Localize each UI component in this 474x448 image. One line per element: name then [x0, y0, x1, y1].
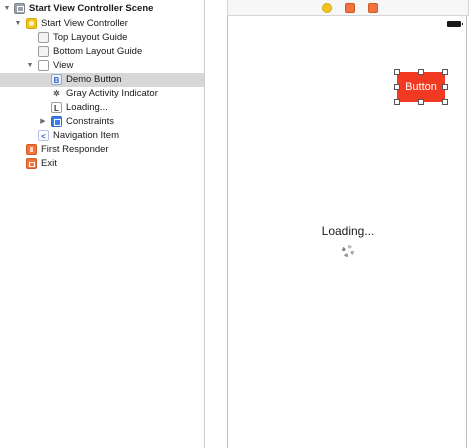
demo-button[interactable]: Button	[397, 72, 445, 102]
outline-item-label: First Responder	[41, 144, 109, 155]
outline-item-label: Gray Activity Indicator	[66, 88, 158, 99]
scene-dock	[227, 0, 469, 16]
loading-label[interactable]: Loading...	[228, 224, 468, 238]
disclosure-expanded-icon[interactable]: ▼	[2, 2, 12, 16]
outline-row-view[interactable]: ▼ View	[0, 59, 204, 73]
resize-handle-bottom[interactable]	[418, 99, 424, 105]
outline-row-first-responder[interactable]: First Responder	[0, 143, 204, 157]
layout-guide-icon	[38, 32, 49, 43]
outline-row-scene[interactable]: ▼ Start View Controller Scene	[0, 2, 204, 16]
outline-item-label: Bottom Layout Guide	[53, 46, 143, 57]
document-outline: ▼ Start View Controller Scene ▼ Start Vi…	[0, 0, 205, 448]
outline-row-loading-label[interactable]: L Loading...	[0, 101, 204, 115]
outline-row-view-controller[interactable]: ▼ Start View Controller	[0, 17, 204, 31]
resize-handle-top-right[interactable]	[442, 69, 448, 75]
outline-row-bottom-layout-guide[interactable]: Bottom Layout Guide	[0, 45, 204, 59]
outline-row-demo-button[interactable]: B Demo Button	[0, 73, 204, 87]
view-controller-icon	[26, 18, 37, 29]
disclosure-collapsed-icon[interactable]: ▶	[38, 115, 48, 129]
outline-item-label: Exit	[41, 158, 57, 169]
storyboard-canvas[interactable]: Button Loading...	[205, 0, 474, 448]
resize-handle-bottom-left[interactable]	[394, 99, 400, 105]
outline-row-top-layout-guide[interactable]: Top Layout Guide	[0, 31, 204, 45]
scene-icon	[14, 3, 25, 14]
resize-handle-top[interactable]	[418, 69, 424, 75]
outline-item-label: Loading...	[66, 102, 108, 113]
resize-handle-right[interactable]	[442, 84, 448, 90]
first-responder-icon	[26, 144, 37, 155]
disclosure-expanded-icon[interactable]: ▼	[13, 17, 23, 31]
view-controller-icon[interactable]	[322, 3, 332, 13]
outline-row-constraints[interactable]: ▶ Constraints	[0, 115, 204, 129]
first-responder-icon[interactable]	[345, 3, 355, 13]
outline-item-label: Navigation Item	[53, 130, 120, 141]
outline-row-activity-indicator[interactable]: ✲ Gray Activity Indicator	[0, 87, 204, 101]
exit-icon	[26, 158, 37, 169]
activity-indicator-icon: ✲	[53, 89, 60, 98]
resize-handle-bottom-right[interactable]	[442, 99, 448, 105]
view-icon	[38, 60, 49, 71]
outline-item-label: Demo Button	[66, 74, 122, 85]
resize-handle-top-left[interactable]	[394, 69, 400, 75]
label-icon: L	[51, 102, 62, 113]
outline-item-label: Top Layout Guide	[53, 32, 128, 43]
navigation-item-icon: <	[38, 130, 49, 141]
disclosure-expanded-icon[interactable]: ▼	[25, 59, 35, 73]
resize-handle-left[interactable]	[394, 84, 400, 90]
outline-item-label: Start View Controller Scene	[29, 3, 154, 14]
button-icon: B	[51, 74, 62, 85]
battery-icon	[447, 21, 463, 27]
exit-icon[interactable]	[368, 3, 378, 13]
outline-row-navigation-item[interactable]: < Navigation Item	[0, 129, 204, 143]
outline-item-label: View	[53, 60, 74, 71]
view-controller-view[interactable]: Button Loading...	[227, 16, 467, 448]
outline-row-exit[interactable]: Exit	[0, 157, 204, 171]
outline-item-label: Constraints	[66, 116, 115, 127]
outline-item-label: Start View Controller	[41, 18, 128, 29]
activity-indicator[interactable]	[342, 245, 354, 257]
constraints-icon	[51, 116, 62, 127]
layout-guide-icon	[38, 46, 49, 57]
